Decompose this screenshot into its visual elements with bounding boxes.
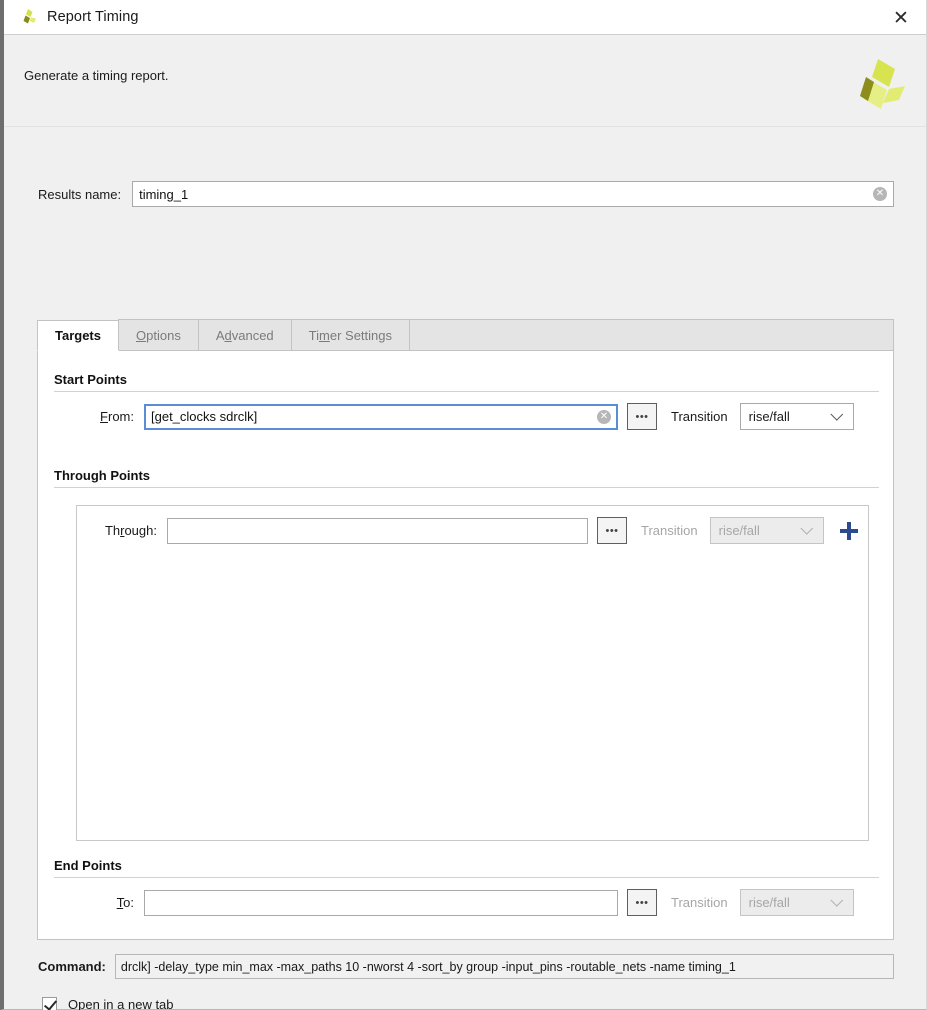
xilinx-logo-icon xyxy=(18,7,38,27)
dialog-body: Results name: ✕ Targets Options Advanced… xyxy=(4,127,926,1010)
through-points-section: Through Points xyxy=(54,468,879,499)
chevron-down-icon xyxy=(830,894,843,907)
from-label: From: xyxy=(100,409,134,424)
open-in-new-tab-label: Open in a new tab xyxy=(68,997,174,1010)
command-value[interactable]: drclk] -delay_type min_max -max_paths 10… xyxy=(114,954,894,979)
results-name-input[interactable] xyxy=(132,181,894,207)
to-transition-value: rise/fall xyxy=(748,895,790,910)
tab-options-label: Options xyxy=(136,327,181,343)
through-transition-value: rise/fall xyxy=(718,523,760,538)
through-transition-select: rise/fall xyxy=(709,517,824,544)
dialog-title: Report Timing xyxy=(47,9,139,25)
end-points-divider xyxy=(54,877,879,878)
tab-targets-label: Targets xyxy=(55,328,101,343)
from-transition-select[interactable]: rise/fall xyxy=(739,403,854,430)
through-transition-label: Transition xyxy=(641,523,698,538)
to-input[interactable] xyxy=(144,889,618,916)
targets-tab-panel: Start Points From: ✕ ••• Transition rise… xyxy=(37,350,894,940)
title-bar: Report Timing ✕ xyxy=(4,0,926,35)
xilinx-pinwheel-logo xyxy=(848,57,906,112)
from-field-wrap: ✕ xyxy=(144,403,618,430)
through-label: Through: xyxy=(104,523,157,538)
start-points-section: Start Points From: ✕ ••• Transition rise… xyxy=(54,372,879,430)
tab-advanced[interactable]: Advanced xyxy=(197,319,292,350)
tab-timer-settings[interactable]: Timer Settings xyxy=(290,319,411,350)
end-points-title: End Points xyxy=(54,858,122,873)
clear-from-icon[interactable]: ✕ xyxy=(597,409,611,424)
from-browse-button[interactable]: ••• xyxy=(627,403,657,430)
start-points-divider xyxy=(54,391,879,392)
to-browse-button[interactable]: ••• xyxy=(627,889,657,916)
open-in-new-tab-checkbox[interactable]: Open in a new tab xyxy=(42,997,174,1010)
through-points-title: Through Points xyxy=(54,468,151,483)
command-label: Command: xyxy=(38,959,106,974)
to-transition-select: rise/fall xyxy=(739,889,854,916)
to-label: To: xyxy=(116,895,134,910)
from-row: From: ✕ ••• Transition rise/fall xyxy=(54,403,879,430)
close-icon[interactable]: ✕ xyxy=(886,5,916,31)
tab-advanced-label: Advanced xyxy=(215,327,274,343)
tab-targets[interactable]: Targets xyxy=(37,320,119,351)
end-points-section: End Points To: ••• Transition rise/fall xyxy=(54,858,879,916)
dialog-description: Generate a timing report. xyxy=(24,68,169,83)
results-name-label: Results name: xyxy=(38,186,122,202)
chevron-down-icon xyxy=(830,408,843,421)
chevron-down-icon xyxy=(800,522,813,535)
from-input[interactable] xyxy=(144,403,618,430)
through-browse-button[interactable]: ••• xyxy=(597,517,627,544)
from-transition-label: Transition xyxy=(671,409,728,424)
through-row: Through: ••• Transition rise/fall xyxy=(77,506,868,544)
tab-options[interactable]: Options xyxy=(118,319,199,350)
through-points-divider xyxy=(54,487,879,488)
dialog-header: Generate a timing report. xyxy=(4,35,926,127)
clear-results-name-icon[interactable]: ✕ xyxy=(873,187,887,201)
to-row: To: ••• Transition rise/fall xyxy=(54,889,879,916)
tab-strip-filler xyxy=(409,319,894,350)
from-transition-value: rise/fall xyxy=(748,409,790,424)
results-name-row: Results name: ✕ xyxy=(38,181,894,207)
report-timing-dialog: Report Timing ✕ Generate a timing report… xyxy=(0,0,927,1010)
start-points-title: Start Points xyxy=(54,372,127,387)
to-field-wrap xyxy=(144,889,618,916)
through-field-wrap xyxy=(167,517,588,544)
to-transition-label: Transition xyxy=(671,895,728,910)
through-points-panel: Through: ••• Transition rise/fall xyxy=(76,505,869,841)
tab-strip: Targets Options Advanced Timer Settings xyxy=(37,319,894,351)
add-through-point-icon[interactable] xyxy=(838,520,860,542)
results-name-field-wrap: ✕ xyxy=(132,181,894,207)
through-input[interactable] xyxy=(167,517,588,544)
tab-timer-settings-label: Timer Settings xyxy=(308,327,393,343)
command-row: Command: drclk] -delay_type min_max -max… xyxy=(38,954,894,979)
checkbox-checked-icon xyxy=(42,997,57,1010)
